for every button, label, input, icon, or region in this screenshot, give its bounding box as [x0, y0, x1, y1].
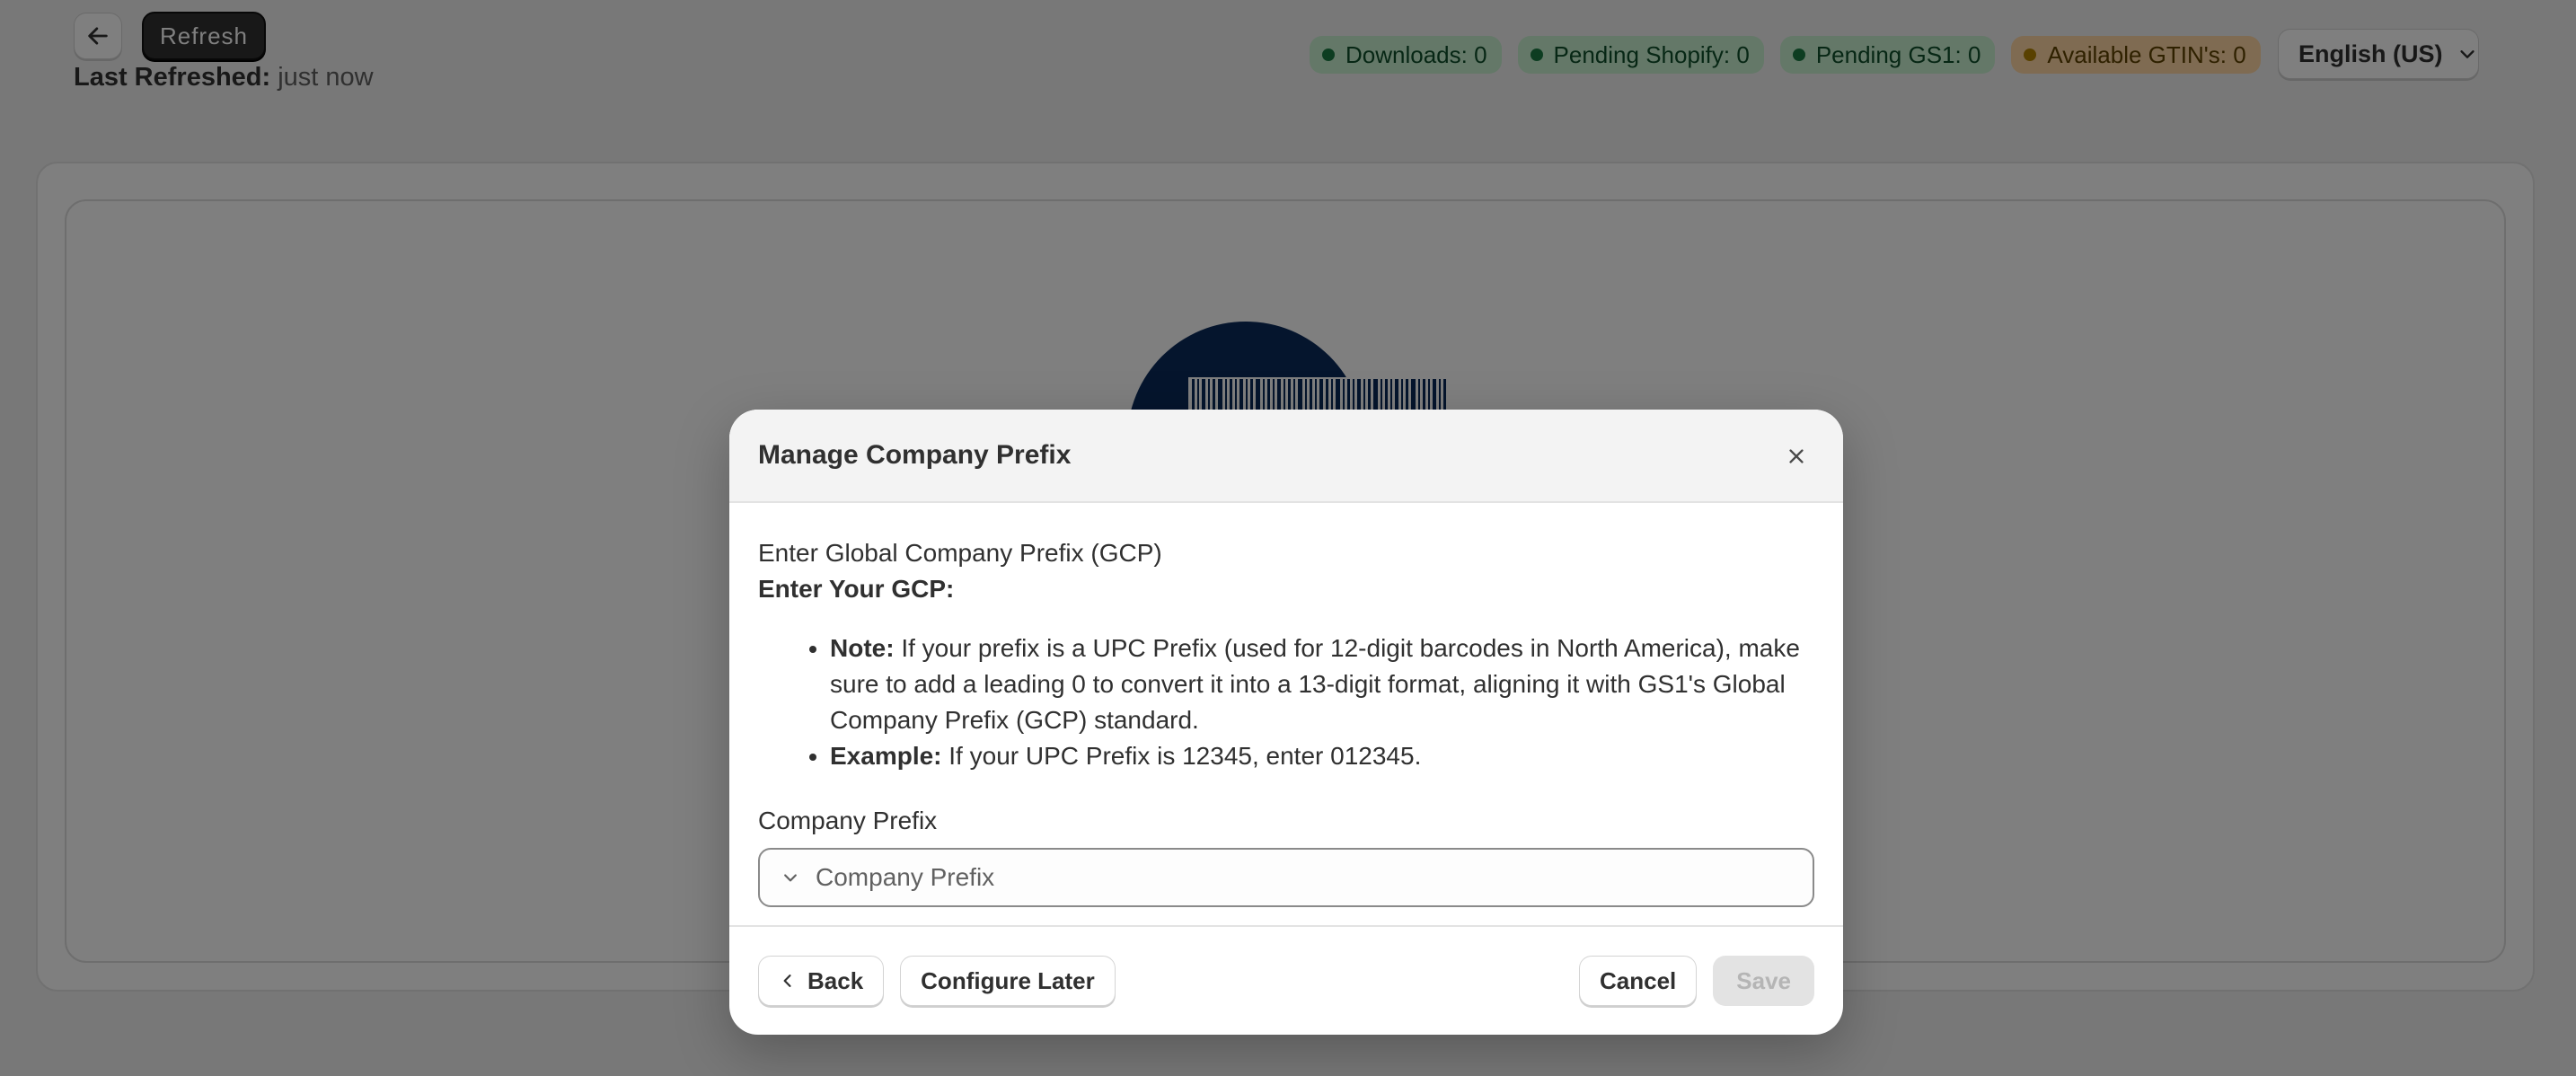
back-button[interactable]: Back	[758, 956, 885, 1006]
example-label: Example:	[830, 742, 942, 770]
back-button-label: Back	[807, 966, 864, 994]
chevron-left-icon	[783, 975, 791, 987]
example-text: If your UPC Prefix is 12345, enter 01234…	[941, 742, 1422, 770]
save-button-label: Save	[1736, 966, 1791, 994]
modal-footer: Back Configure Later Cancel Save	[729, 925, 1843, 1035]
chevron-down-icon	[784, 874, 797, 882]
company-prefix-placeholder: Company Prefix	[816, 863, 995, 891]
gcp-notes-list: Note: If your prefix is a UPC Prefix (us…	[830, 631, 1814, 774]
example-item: Example: If your UPC Prefix is 12345, en…	[830, 738, 1814, 774]
note-label: Note:	[830, 634, 895, 662]
configure-later-button[interactable]: Configure Later	[900, 956, 1116, 1006]
cancel-button-label: Cancel	[1600, 966, 1677, 994]
company-prefix-select[interactable]: Company Prefix	[758, 848, 1814, 907]
close-button[interactable]	[1784, 444, 1809, 469]
manage-company-prefix-modal: Manage Company Prefix Enter Global Compa…	[729, 410, 1843, 1035]
note-item: Note: If your prefix is a UPC Prefix (us…	[830, 631, 1814, 738]
configure-later-label: Configure Later	[921, 966, 1095, 994]
modal-title: Manage Company Prefix	[758, 440, 1072, 470]
close-icon	[1789, 449, 1804, 463]
gcp-heading: Enter Your GCP:	[758, 575, 955, 603]
modal-body: Enter Global Company Prefix (GCP) Enter …	[729, 503, 1843, 907]
modal-intro: Enter Global Company Prefix (GCP)	[758, 539, 1162, 567]
cancel-button[interactable]: Cancel	[1579, 956, 1698, 1006]
modal-header: Manage Company Prefix	[729, 410, 1843, 503]
company-prefix-label: Company Prefix	[758, 807, 938, 834]
note-text: If your prefix is a UPC Prefix (used for…	[830, 634, 1800, 734]
save-button[interactable]: Save	[1713, 956, 1814, 1006]
